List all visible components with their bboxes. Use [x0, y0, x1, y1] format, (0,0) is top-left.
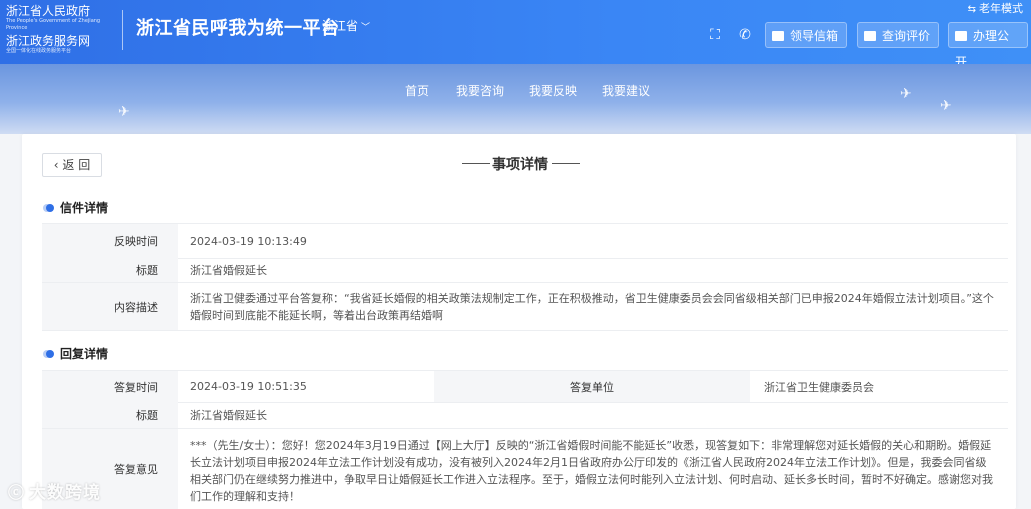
section-dot-icon	[46, 204, 54, 212]
letter-content-value: 浙江省卫健委通过平台答复称：“我省延长婚假的相关政策法规制定工作，正在积极推动，…	[190, 291, 994, 322]
logo-service-sub: 全国一体化在线政务服务平台	[6, 48, 72, 54]
elder-mode-label: 老年模式	[979, 2, 1023, 15]
reply-section-title: 回复详情	[46, 345, 108, 362]
watermark: ⓒ 大数跨境	[8, 478, 101, 503]
reply-time-value: 2024-03-19 10:51:35	[190, 380, 307, 393]
reply-unit-label: 答复单位	[434, 371, 750, 402]
letter-content-row: 内容描述 浙江省卫健委通过平台答复称：“我省延长婚假的相关政策法规制定工作，正在…	[42, 283, 1008, 331]
province-selector[interactable]: 浙江省 ﹀	[322, 17, 370, 34]
logo-service-name: 浙江政务服务网	[6, 34, 91, 48]
letter-subject-value: 浙江省婚假延长	[190, 263, 267, 277]
province-label: 浙江省	[322, 19, 359, 33]
site-header: 浙江省人民政府 The People's Government of Zheji…	[0, 0, 1031, 69]
reply-subject-label: 标题	[42, 402, 178, 428]
back-arrow-icon: ‹	[53, 158, 59, 172]
reply-subject-row: 标题 浙江省婚假延长	[42, 402, 1008, 429]
logo-gov-english: The People's Government of Zhejiang Prov…	[6, 18, 101, 31]
book-icon	[955, 31, 967, 41]
reply-opinion-row: 答复意见 ***（先生/女士）：您好！您2024年3月19日通过【网上大厅】反映…	[42, 429, 1008, 509]
leader-mail-button[interactable]: 领导信箱	[765, 22, 847, 48]
nav-item-consult[interactable]: 我要咨询	[456, 82, 504, 99]
elder-mode-toggle[interactable]: ⇆ 老年模式	[968, 0, 1023, 16]
letter-section-title: 信件详情	[46, 199, 108, 216]
letter-time-label: 反映时间	[42, 224, 178, 258]
comment-icon	[864, 31, 876, 41]
reply-time-label: 答复时间	[42, 371, 178, 402]
nav-item-suggest[interactable]: 我要建议	[602, 82, 650, 99]
header-divider	[122, 10, 123, 50]
page-title: 事项详情	[492, 157, 548, 173]
back-button[interactable]: ‹ 返 回	[42, 153, 102, 177]
platform-title: 浙江省民呼我为统一平台	[136, 18, 340, 39]
phone-icon[interactable]: ✆	[736, 26, 754, 44]
bird-decoration-icon: ✈	[940, 98, 952, 114]
nav-item-report[interactable]: 我要反映	[529, 82, 577, 99]
bird-decoration-icon: ✈	[118, 104, 130, 120]
query-evaluation-button[interactable]: 查询评价	[857, 22, 939, 48]
letter-subject-row: 标题 浙江省婚假延长	[42, 258, 1008, 283]
letter-section-label: 信件详情	[60, 201, 109, 215]
site-logo[interactable]: 浙江省人民政府 The People's Government of Zheji…	[6, 4, 118, 55]
reply-opinion-value: ***（先生/女士）：您好！您2024年3月19日通过【网上大厅】反映的“浙江省…	[190, 439, 993, 503]
publish-button[interactable]: 办理公开	[948, 22, 1028, 69]
section-dot-icon	[46, 350, 54, 358]
chevron-down-icon: ﹀	[361, 23, 371, 33]
mail-icon	[772, 31, 784, 41]
reply-time-row: 答复时间 2024-03-19 10:51:35 答复单位 浙江省卫生健康委员会	[42, 370, 1008, 403]
bird-decoration-icon: ✈	[900, 86, 912, 102]
switch-icon: ⇆	[967, 4, 976, 15]
letter-content-label: 内容描述	[42, 283, 178, 330]
title-line-right	[552, 163, 580, 164]
reply-subject-value: 浙江省婚假延长	[190, 408, 267, 422]
watermark-text: 大数跨境	[29, 483, 102, 503]
hero-banner	[0, 64, 1031, 134]
leader-mail-label: 领导信箱	[790, 29, 839, 43]
back-label: 返 回	[62, 158, 91, 172]
letter-subject-label: 标题	[42, 258, 178, 282]
letter-time-value: 2024-03-19 10:13:49	[190, 234, 307, 248]
logo-gov-name: 浙江省人民政府	[6, 4, 91, 18]
scan-icon[interactable]: ⛶	[706, 26, 724, 44]
query-evaluation-label: 查询评价	[882, 29, 931, 43]
reply-unit-value: 浙江省卫生健康委员会	[764, 380, 874, 394]
letter-time-row: 反映时间 2024-03-19 10:13:49	[42, 223, 1008, 259]
watermark-logo-icon: ⓒ	[8, 483, 26, 502]
nav-item-home[interactable]: 首页	[405, 82, 429, 99]
reply-section-label: 回复详情	[60, 347, 109, 361]
